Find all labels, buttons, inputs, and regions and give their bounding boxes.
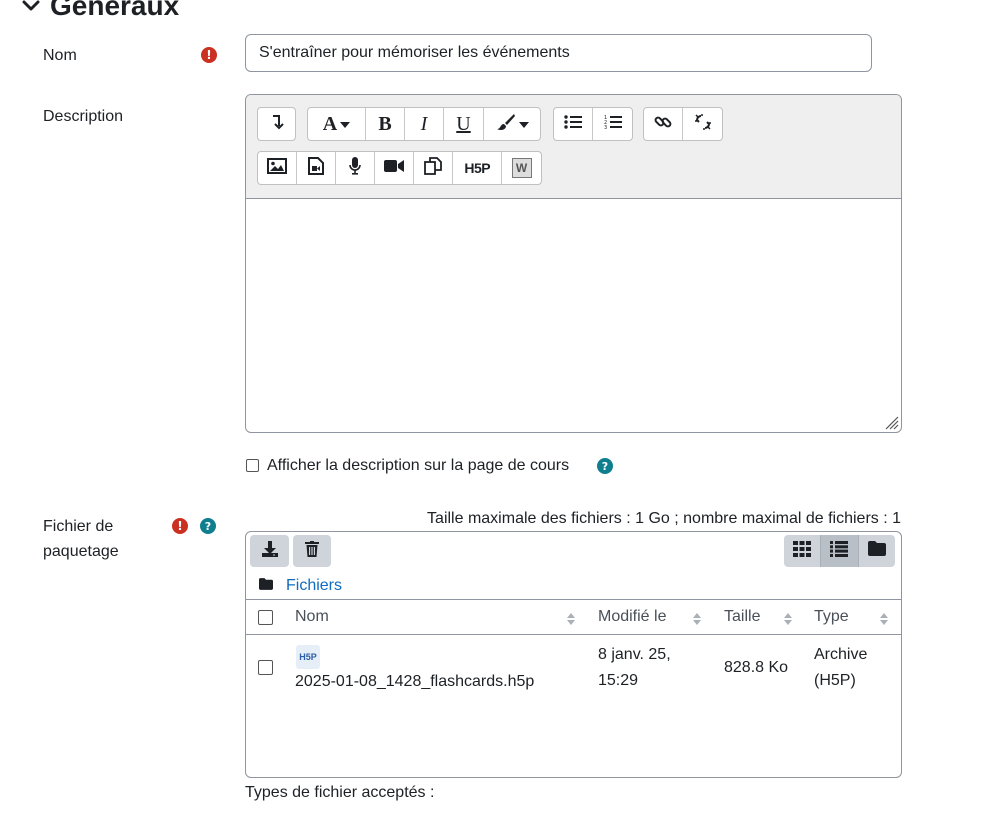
name-input[interactable] <box>245 34 872 72</box>
column-type-header[interactable]: Type <box>814 608 849 626</box>
link-icon <box>654 113 672 136</box>
required-icon: ! <box>172 518 188 534</box>
chevron-down-icon[interactable] <box>22 0 50 12</box>
record-video-button[interactable] <box>375 152 415 184</box>
file-modified-time: 15:29 <box>598 672 639 689</box>
numbered-list-button[interactable]: 123 <box>593 108 632 140</box>
folder-icon <box>259 577 273 595</box>
image-button[interactable] <box>258 152 297 184</box>
description-label: Description <box>43 108 124 125</box>
underline-icon: U <box>456 112 471 135</box>
column-name-header[interactable]: Nom <box>295 608 329 626</box>
file-manager: Fichiers Nom Modifié le Taille Type H5P … <box>245 531 902 778</box>
toolbar-group-media: H5P W <box>257 151 542 185</box>
text-color-button[interactable] <box>484 108 540 140</box>
trash-icon <box>305 540 319 562</box>
unlink-icon <box>694 113 712 136</box>
sort-icon[interactable] <box>784 612 792 626</box>
font-style-button[interactable]: A <box>308 108 366 140</box>
microphone-icon <box>348 156 361 180</box>
package-label-line1: Fichier de <box>43 518 114 535</box>
file-size: 828.8 Ko <box>724 659 789 676</box>
file-video-icon <box>307 156 324 180</box>
return-arrow-icon <box>270 114 284 135</box>
add-file-button[interactable] <box>250 535 289 567</box>
select-all-checkbox[interactable] <box>258 610 273 625</box>
image-icon <box>266 157 287 179</box>
download-icon <box>261 540 279 563</box>
file-name-link[interactable]: 2025-01-08_1428_flashcards.h5p <box>295 669 534 695</box>
icon-view-button[interactable] <box>784 535 820 567</box>
toolbar-toggle-button[interactable] <box>258 108 295 140</box>
section-header[interactable]: Généraux <box>22 0 179 26</box>
file-limits-text: Taille maximale des fichiers : 1 Go ; no… <box>427 510 901 527</box>
caret-down-icon <box>340 115 351 133</box>
show-description-checkbox[interactable] <box>246 459 259 472</box>
editor-toolbar: A B I U 1 2 3 H5P W <box>246 95 901 199</box>
h5p-file-icon[interactable]: H5P <box>296 645 320 669</box>
manage-files-button[interactable] <box>414 152 454 184</box>
link-button[interactable] <box>644 108 683 140</box>
video-camera-icon <box>384 159 404 178</box>
copy-files-icon <box>424 156 443 180</box>
numbered-list-icon: 123 <box>604 114 622 135</box>
help-icon[interactable]: ? <box>597 458 613 474</box>
toolbar-group-lists: 123 <box>553 107 633 141</box>
name-label: Nom <box>43 47 77 64</box>
help-icon[interactable]: ? <box>200 518 216 534</box>
bold-icon: B <box>378 112 392 135</box>
show-description-label: Afficher la description sur la page de c… <box>267 457 570 474</box>
unlink-button[interactable] <box>683 108 722 140</box>
toolbar-group-collapse <box>257 107 296 141</box>
table-row: H5P 2025-01-08_1428_flashcards.h5p 8 jan… <box>246 635 901 705</box>
file-type-line2: (H5P) <box>814 672 856 689</box>
section-title: Généraux <box>50 0 180 21</box>
bullet-list-button[interactable] <box>554 108 593 140</box>
column-size-header[interactable]: Taille <box>724 608 760 626</box>
file-select-checkbox[interactable] <box>258 660 273 675</box>
sort-icon[interactable] <box>880 612 888 626</box>
folder-icon <box>867 541 886 561</box>
required-icon: ! <box>201 47 217 63</box>
h5p-icon: H5P <box>464 160 491 176</box>
list-icon <box>830 540 849 562</box>
sort-icon[interactable] <box>567 612 575 626</box>
tree-view-button[interactable] <box>859 535 895 567</box>
delete-file-button[interactable] <box>293 535 331 567</box>
toolbar-group-format: A B I U <box>307 107 541 141</box>
underline-button[interactable]: U <box>444 108 484 140</box>
h5p-button[interactable]: H5P <box>453 152 503 184</box>
brush-icon <box>496 113 516 136</box>
bullet-list-icon <box>564 114 582 134</box>
accepted-types-text: Types de fichier acceptés : <box>245 784 435 801</box>
toolbar-group-links <box>643 107 723 141</box>
description-editor[interactable]: A B I U 1 2 3 H5P W <box>245 94 902 433</box>
file-type-line1: Archive <box>814 646 868 663</box>
word-paste-icon: W <box>511 158 532 178</box>
file-modified-date: 8 janv. 25, <box>598 646 671 663</box>
breadcrumb-files-link[interactable]: Fichiers <box>286 577 342 595</box>
sort-icon[interactable] <box>693 612 701 626</box>
resize-handle-icon[interactable] <box>883 414 899 430</box>
italic-icon: I <box>420 112 428 135</box>
column-modified-header[interactable]: Modifié le <box>598 608 666 626</box>
list-view-button[interactable] <box>820 535 859 567</box>
italic-button[interactable]: I <box>405 108 444 140</box>
caret-down-icon <box>518 115 529 133</box>
paste-word-button[interactable]: W <box>502 152 541 184</box>
record-audio-button[interactable] <box>336 152 375 184</box>
package-label-line2: paquetage <box>43 543 119 560</box>
grid-icon <box>793 540 812 562</box>
font-style-label: A <box>322 112 338 135</box>
media-button[interactable] <box>297 152 336 184</box>
bold-button[interactable]: B <box>366 108 405 140</box>
file-table-header: Nom Modifié le Taille Type <box>246 599 901 635</box>
svg-text:3: 3 <box>604 125 607 130</box>
view-mode-group <box>784 535 895 567</box>
